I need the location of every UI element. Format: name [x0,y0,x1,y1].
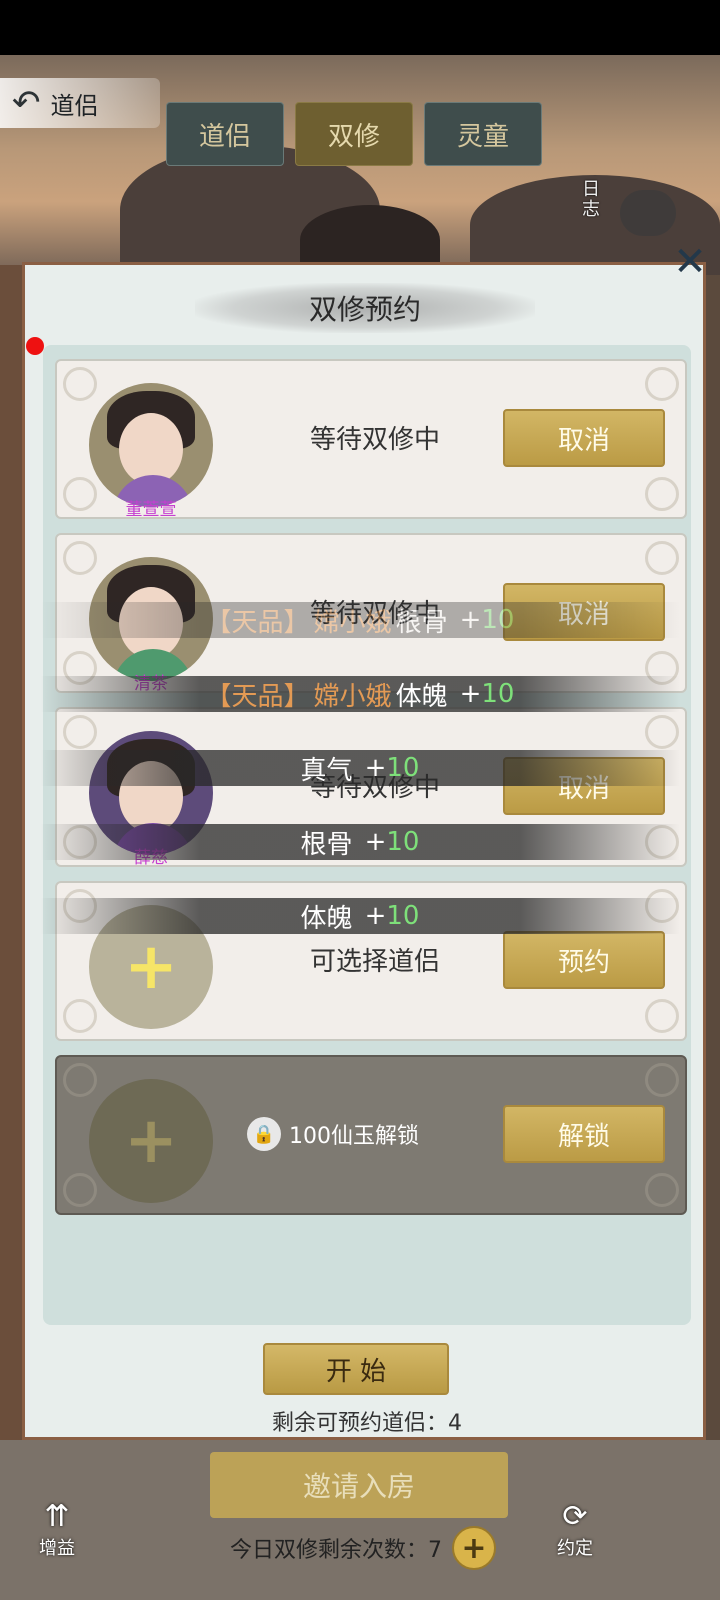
reserve-button[interactable]: 预约 [503,931,665,989]
contract-label: 约定 [557,1538,593,1559]
cancel-button[interactable]: 取消 [503,409,665,467]
plus-icon[interactable]: + [89,905,213,1029]
lock-icon: 🔒 [247,1117,281,1151]
back-button[interactable]: ↶ 道侣 [0,78,160,128]
bonus-icon: ⇈ [44,1499,70,1534]
bonus-button[interactable]: ⇈ 增益 [22,1490,92,1560]
partner-avatar[interactable] [89,557,213,681]
status-bar [0,0,720,55]
decorative-cloud-icon [63,651,97,685]
today-count: 今日双修剩余次数：7 + [230,1526,496,1570]
booking-panel: 双修预约 董萱萱 等待双修中 取消 清茶 等待双修中 取消 薛慈 等待双修中 取… [22,262,706,1440]
decorative-cloud-icon [645,825,679,859]
unlock-cost-text: 100仙玉解锁 [289,1124,419,1149]
remaining-partners-text: 剩余可预约道侣：4 [272,1411,462,1436]
decorative-cloud-icon [645,999,679,1033]
bonus-label: 增益 [39,1538,75,1559]
slot-status: 等待双修中 [309,425,440,455]
unlock-button[interactable]: 解锁 [503,1105,665,1163]
today-count-text: 今日双修剩余次数：7 [230,1538,442,1563]
decorative-cloud-icon [645,1173,679,1207]
add-count-button[interactable]: + [452,1526,496,1570]
decorative-cloud-icon [63,477,97,511]
cancel-button[interactable]: 取消 [503,757,665,815]
back-arrow-icon: ↶ [12,83,41,123]
invite-room-button[interactable]: 邀请入房 [210,1452,508,1518]
cancel-button[interactable]: 取消 [503,583,665,641]
partner-slot: 清茶 等待双修中 取消 [55,533,687,694]
partner-name: 董萱萱 [125,500,177,520]
back-label: 道侣 [50,91,99,120]
decorative-cloud-icon [63,825,97,859]
partner-slot: 董萱萱 等待双修中 取消 [55,359,687,520]
partner-slot: 薛慈 等待双修中 取消 [55,707,687,868]
contract-icon: ⟳ [562,1499,588,1534]
decorative-cloud-icon [63,999,97,1033]
slot-status: 等待双修中 [309,773,440,803]
empty-slot: + 可选择道侣 预约 [55,881,687,1041]
decorative-cloud-icon [645,541,679,575]
slot-list: 董萱萱 等待双修中 取消 清茶 等待双修中 取消 薛慈 等待双修中 取消 + 可… [43,345,691,1325]
bottom-bar: 邀请入房 ⇈ 增益 ⟳ 约定 今日双修剩余次数：7 + [0,1440,720,1600]
diary-label: 日志 [582,179,600,220]
start-button[interactable]: 开 始 [263,1343,449,1395]
tab-lingtong[interactable]: 灵童 [424,102,542,166]
decorative-cloud-icon [645,889,679,923]
partner-avatar[interactable] [89,731,213,855]
tab-shuangxiu[interactable]: 双修 [295,102,413,166]
unlock-cost: 🔒 100仙玉解锁 [247,1117,419,1151]
decorative-cloud-icon [63,367,97,401]
partner-name: 清茶 [134,674,168,694]
decorative-cloud-icon [63,541,97,575]
partner-name: 薛慈 [134,848,168,868]
decorative-cloud-icon [63,1173,97,1207]
panel-title: 双修预约 [195,283,535,333]
close-icon[interactable]: ✕ [668,239,712,285]
decorative-cloud-icon [63,889,97,923]
slot-status: 可选择道侣 [309,947,440,977]
decorative-cloud-icon [645,1063,679,1097]
plus-icon: + [89,1079,213,1203]
contract-button[interactable]: ⟳ 约定 [540,1490,610,1560]
decorative-cloud-icon [645,715,679,749]
decorative-cloud-icon [645,477,679,511]
diary-button[interactable]: 日志 [582,170,682,250]
decorative-cloud-icon [63,715,97,749]
decorative-cloud-icon [645,367,679,401]
slot-status: 等待双修中 [309,599,440,629]
tab-daolv[interactable]: 道侣 [166,102,284,166]
left-side-rail [0,265,22,1445]
partner-avatar[interactable] [89,383,213,507]
decorative-cloud-icon [63,1063,97,1097]
notification-dot [26,337,44,355]
decorative-cloud-icon [645,651,679,685]
scroll-icon [620,190,676,236]
locked-slot: + 🔒 100仙玉解锁 解锁 [55,1055,687,1215]
